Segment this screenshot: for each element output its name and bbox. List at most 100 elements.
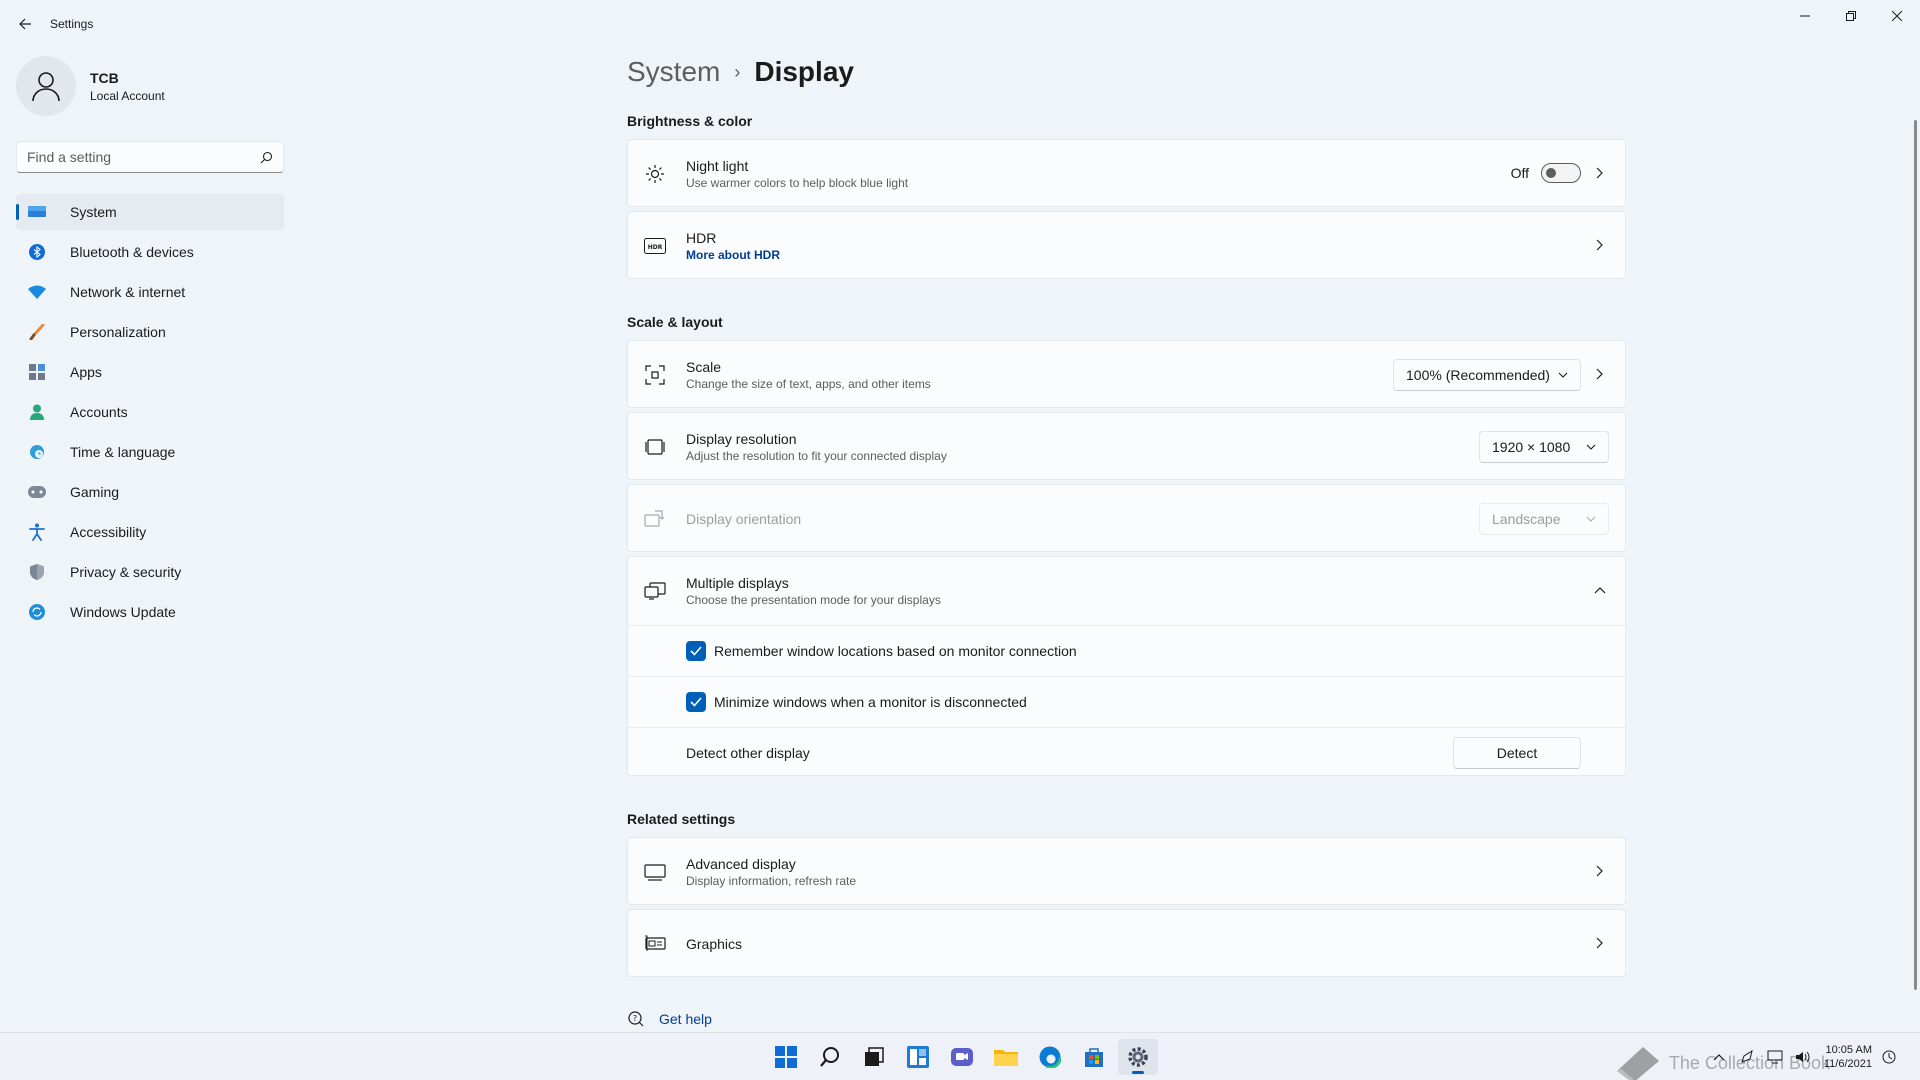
- volume-icon[interactable]: [1792, 1046, 1814, 1068]
- scrollbar[interactable]: [1914, 120, 1917, 990]
- task-view-icon: [865, 1047, 884, 1066]
- book-logo-icon: [1616, 1047, 1659, 1080]
- clock-time: 10:05 AM: [1825, 1044, 1872, 1056]
- multiple-displays-subtitle: Choose the presentation mode for your di…: [686, 593, 941, 607]
- sidebar-item-label: Time & language: [70, 444, 176, 460]
- scale-card[interactable]: Scale Change the size of text, apps, and…: [627, 340, 1626, 408]
- sidebar-item-label: Accessibility: [70, 524, 147, 540]
- scale-value: 100% (Recommended): [1406, 367, 1550, 383]
- sidebar-item-system[interactable]: System: [16, 194, 284, 230]
- multiple-displays-header[interactable]: Multiple displays Choose the presentatio…: [628, 557, 1625, 625]
- taskbar-search-button[interactable]: [810, 1039, 850, 1075]
- minimize-icon: [1800, 15, 1810, 17]
- chevron-right-icon: [1593, 864, 1607, 878]
- graphics-card-icon: [644, 933, 666, 955]
- orientation-card: Display orientation Landscape: [627, 484, 1626, 552]
- breadcrumb-parent[interactable]: System: [627, 56, 720, 88]
- settings-app-button[interactable]: [1118, 1039, 1158, 1075]
- start-button[interactable]: [766, 1039, 806, 1075]
- scale-title: Scale: [686, 359, 722, 375]
- store-button[interactable]: [1074, 1039, 1114, 1075]
- sidebar-item-windows-update[interactable]: Windows Update: [16, 594, 284, 630]
- taskbar: The Collection Book 10:05 AM 11/6/2021: [0, 1032, 1920, 1080]
- sidebar-nav: System Bluetooth & devices Network & int…: [16, 194, 284, 634]
- resolution-dropdown[interactable]: 1920 × 1080: [1479, 431, 1609, 463]
- sidebar-item-label: Gaming: [70, 484, 120, 500]
- store-icon: [1085, 1048, 1103, 1067]
- breadcrumb-chevron-icon: ›: [734, 61, 741, 82]
- title-bar: Settings: [0, 0, 1920, 48]
- minimize-windows-checkbox[interactable]: [686, 692, 706, 712]
- edge-browser-icon: [1039, 1046, 1061, 1068]
- sidebar-item-time-language[interactable]: Time & language: [16, 434, 284, 470]
- notification-icon[interactable]: [1878, 1046, 1900, 1068]
- sidebar-item-privacy[interactable]: Privacy & security: [16, 554, 284, 590]
- widgets-icon: [907, 1046, 929, 1068]
- breadcrumb: System › Display: [627, 56, 854, 88]
- user-profile[interactable]: TCB Local Account: [16, 56, 165, 116]
- profile-name: TCB: [90, 69, 119, 86]
- help-icon: ?: [628, 1011, 644, 1027]
- detect-button[interactable]: Detect: [1453, 736, 1581, 769]
- night-light-title: Night light: [686, 158, 749, 174]
- chevron-up-icon[interactable]: [1708, 1046, 1730, 1068]
- close-button[interactable]: [1874, 0, 1920, 32]
- widgets-button[interactable]: [898, 1039, 938, 1075]
- resolution-icon: [644, 436, 666, 458]
- pen-icon[interactable]: [1736, 1046, 1758, 1068]
- sidebar-item-bluetooth[interactable]: Bluetooth & devices: [16, 234, 284, 270]
- monitor-outline-icon: [644, 861, 666, 883]
- network-monitor-icon[interactable]: [1764, 1046, 1786, 1068]
- night-light-toggle[interactable]: [1541, 163, 1581, 183]
- back-button[interactable]: [10, 10, 40, 38]
- advanced-display-card[interactable]: Advanced display Display information, re…: [627, 837, 1626, 905]
- clock-date: 11/6/2021: [1823, 1058, 1872, 1070]
- search-icon: [820, 1047, 839, 1067]
- advanced-display-title: Advanced display: [686, 856, 796, 872]
- clock[interactable]: 10:05 AM 11/6/2021: [1824, 1043, 1872, 1071]
- sidebar-item-network[interactable]: Network & internet: [16, 274, 284, 310]
- chevron-right-icon: [1593, 238, 1607, 252]
- checkmark-icon: [690, 697, 702, 707]
- search-input[interactable]: [27, 149, 260, 165]
- search-box[interactable]: [16, 141, 284, 173]
- wifi-icon: [28, 283, 46, 301]
- sidebar-item-apps[interactable]: Apps: [16, 354, 284, 390]
- resolution-card: Display resolution Adjust the resolution…: [627, 412, 1626, 480]
- restore-button[interactable]: [1828, 0, 1874, 32]
- hdr-more-link[interactable]: More about HDR: [686, 248, 780, 262]
- svg-text:?: ?: [633, 1014, 637, 1023]
- sidebar-item-accounts[interactable]: Accounts: [16, 394, 284, 430]
- night-light-card[interactable]: Night light Use warmer colors to help bl…: [627, 139, 1626, 207]
- scale-dropdown[interactable]: 100% (Recommended): [1393, 359, 1581, 391]
- minimize-windows-row: Minimize windows when a monitor is disco…: [628, 676, 1625, 727]
- graphics-title: Graphics: [686, 936, 743, 952]
- resolution-title: Display resolution: [686, 431, 797, 447]
- chevron-down-icon: [1558, 372, 1568, 378]
- apps-icon: [28, 363, 46, 381]
- back-arrow-icon: [19, 18, 31, 30]
- checkmark-icon: [690, 646, 702, 656]
- file-explorer-button[interactable]: [986, 1039, 1026, 1075]
- remember-locations-checkbox[interactable]: [686, 641, 706, 661]
- sidebar-item-gaming[interactable]: Gaming: [16, 474, 284, 510]
- task-view-button[interactable]: [854, 1039, 894, 1075]
- close-icon: [1892, 11, 1902, 21]
- chat-button[interactable]: [942, 1039, 982, 1075]
- sidebar-item-personalization[interactable]: Personalization: [16, 314, 284, 350]
- chevron-right-icon: [1593, 367, 1607, 381]
- get-help-link[interactable]: ? Get help: [627, 1010, 712, 1028]
- multiple-displays-icon: [644, 580, 666, 602]
- orientation-dropdown[interactable]: Landscape: [1479, 503, 1609, 535]
- edge-button[interactable]: [1030, 1039, 1070, 1075]
- page-title: Display: [754, 56, 854, 87]
- profile-account-type: Local Account: [90, 88, 165, 103]
- graphics-card[interactable]: Graphics: [627, 909, 1626, 977]
- scale-icon: [644, 364, 666, 386]
- hdr-card[interactable]: HDR HDR More about HDR: [627, 211, 1626, 279]
- brush-icon: [28, 323, 46, 341]
- orientation-title: Display orientation: [686, 511, 802, 527]
- sidebar-item-accessibility[interactable]: Accessibility: [16, 514, 284, 550]
- accessibility-icon: [28, 523, 46, 541]
- minimize-button[interactable]: [1782, 0, 1828, 32]
